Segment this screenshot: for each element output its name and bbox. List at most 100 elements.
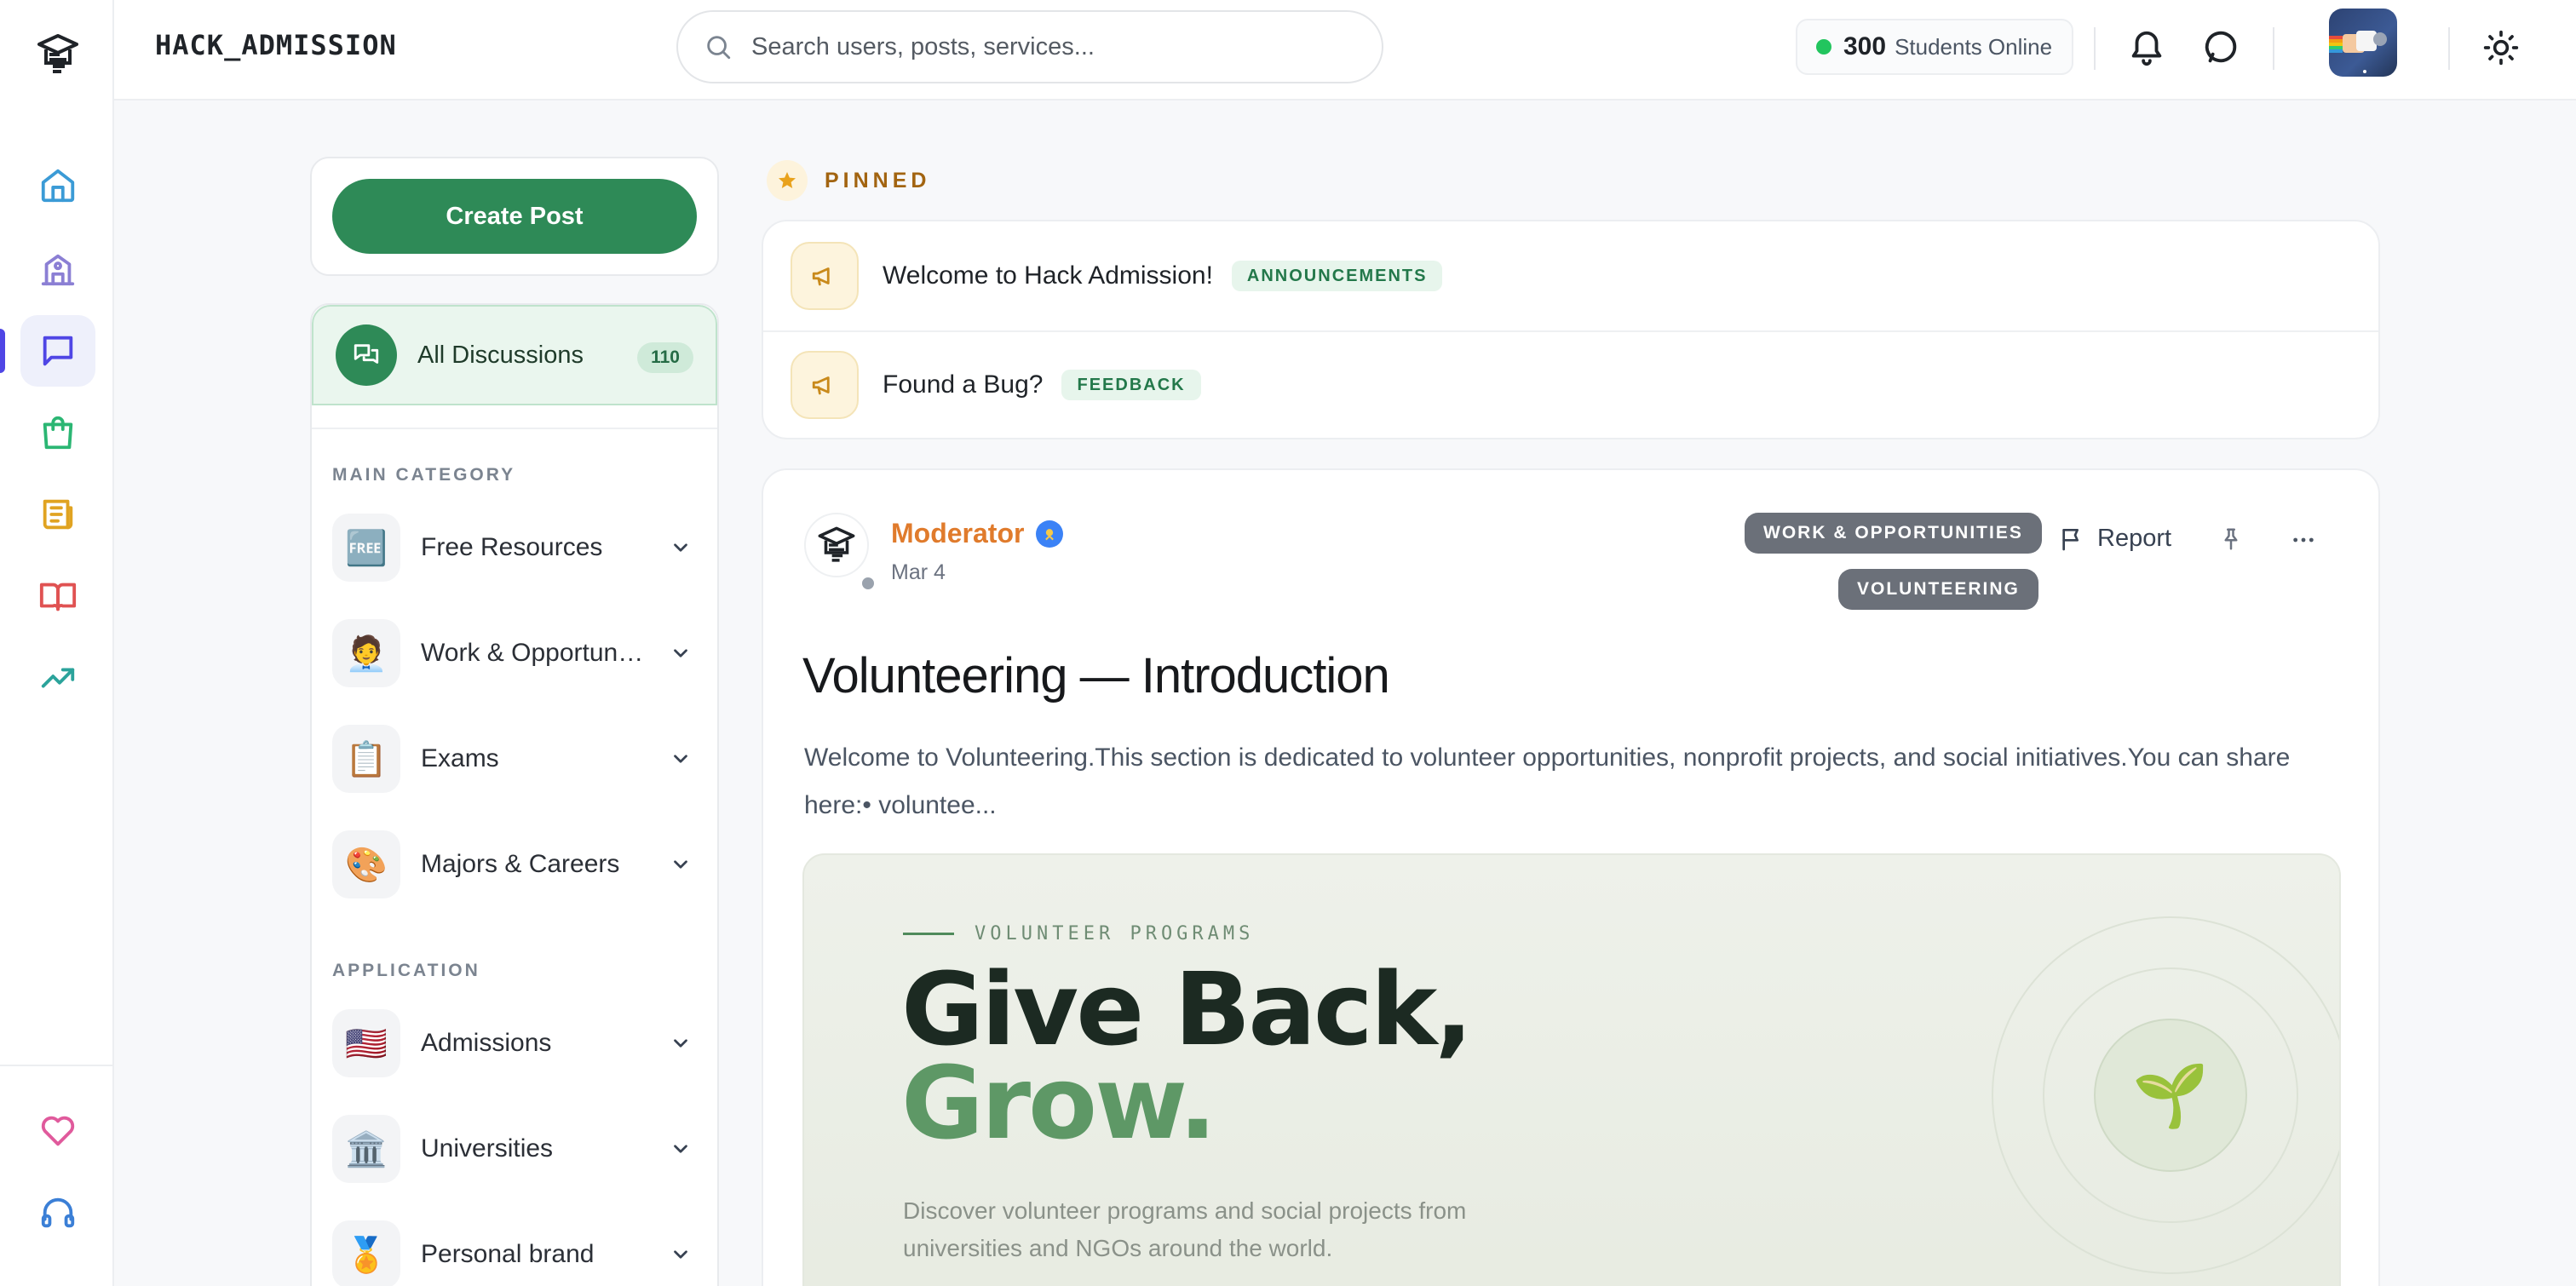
chevron-down-icon[interactable] <box>670 1032 692 1054</box>
free-badge-icon: 🆓 <box>332 514 400 582</box>
author-name[interactable]: Moderator <box>891 518 1024 549</box>
pinned-posts: Welcome to Hack Admission! ANNOUNCEMENTS… <box>762 220 2380 439</box>
star-icon <box>767 160 808 201</box>
rail-trends[interactable] <box>20 642 95 714</box>
author-status-dot <box>859 574 877 593</box>
messages-button[interactable] <box>2198 24 2245 72</box>
home-icon <box>38 166 78 205</box>
app-logo-icon[interactable] <box>34 31 82 78</box>
theme-toggle-button[interactable] <box>2477 24 2525 72</box>
post-title[interactable]: Volunteering — Introduction <box>802 647 1390 704</box>
category-exams[interactable]: 📋 Exams <box>332 722 697 795</box>
pinned-label: PINNED <box>825 168 931 192</box>
post-tag[interactable]: VOLUNTEERING <box>1838 569 2038 610</box>
pinned-post-title[interactable]: Welcome to Hack Admission! <box>883 261 1213 290</box>
category-label: Universities <box>421 1134 554 1163</box>
brand-name[interactable]: HACK_ADMISSION <box>155 29 397 61</box>
left-rail <box>0 0 114 1286</box>
chevron-down-icon[interactable] <box>670 853 692 876</box>
user-avatar[interactable] <box>2329 9 2397 77</box>
palette-icon: 🎨 <box>332 830 400 898</box>
us-flag-icon: 🇺🇸 <box>332 1009 400 1077</box>
application-heading: APPLICATION <box>332 961 480 980</box>
banner-headline-line-2: Grow. <box>901 1044 1216 1162</box>
sun-icon <box>2482 29 2520 66</box>
search-icon <box>704 32 733 61</box>
rail-favorites[interactable] <box>20 1095 95 1167</box>
online-dot <box>1816 39 1831 55</box>
chevron-down-icon[interactable] <box>670 642 692 664</box>
rail-universities[interactable] <box>20 233 95 305</box>
create-post-card: Create Post <box>310 157 719 276</box>
post-author: Moderator <box>891 518 1064 549</box>
chevron-down-icon[interactable] <box>670 748 692 770</box>
pinned-post[interactable]: Welcome to Hack Admission! ANNOUNCEMENTS <box>791 242 1443 310</box>
flag-icon <box>2058 525 2085 553</box>
verified-badge-icon <box>1036 520 1064 548</box>
pinned-post-title[interactable]: Found a Bug? <box>883 370 1043 399</box>
category-universities[interactable]: 🏛️ Universities <box>332 1112 697 1186</box>
category-label: Personal brand <box>421 1240 595 1268</box>
notifications-button[interactable] <box>2123 24 2171 72</box>
category-tag[interactable]: FEEDBACK <box>1061 370 1201 400</box>
university-icon: 🏛️ <box>332 1115 400 1183</box>
shopping-bag-icon <box>38 413 78 452</box>
banner-kicker-text: VOLUNTEER PROGRAMS <box>975 923 1255 944</box>
rail-home[interactable] <box>20 150 95 221</box>
main-category-heading: MAIN CATEGORY <box>332 465 516 485</box>
category-majors-careers[interactable]: 🎨 Majors & Careers <box>332 828 697 901</box>
rail-library[interactable] <box>20 560 95 632</box>
chevron-down-icon[interactable] <box>670 537 692 559</box>
category-tag[interactable]: ANNOUNCEMENTS <box>1231 261 1443 291</box>
create-post-button[interactable]: Create Post <box>332 179 697 254</box>
chevron-down-icon[interactable] <box>670 1138 692 1160</box>
category-work-opportunities[interactable]: 🧑‍💼 Work & Opportunities <box>332 617 697 690</box>
rail-active-indicator <box>0 329 5 373</box>
discussions-icon <box>336 324 397 386</box>
banner-headline: Give Back, Grow. <box>901 959 1473 1162</box>
category-label: Work & Opportunities <box>421 639 644 667</box>
topbar-divider <box>2448 27 2450 70</box>
topbar-divider <box>2094 27 2096 70</box>
rail-discussions[interactable] <box>20 315 95 387</box>
category-label: Majors & Careers <box>421 850 620 878</box>
online-label: Students Online <box>1895 33 2053 60</box>
search-input[interactable] <box>751 32 1348 61</box>
top-bar: HACK_ADMISSION 300 Students Online <box>114 0 2576 100</box>
pinned-divider <box>763 330 2378 332</box>
seedling-icon: 🌱 <box>2094 1019 2247 1172</box>
post-excerpt: Welcome to Volunteering.This section is … <box>804 743 2291 819</box>
building-icon <box>38 250 78 289</box>
category-personal-brand[interactable]: 🏅 Personal brand <box>332 1218 697 1286</box>
pin-button[interactable] <box>2218 526 2244 552</box>
trending-up-icon <box>38 658 78 698</box>
post-tag[interactable]: WORK & OPPORTUNITIES <box>1745 513 2042 554</box>
rail-support[interactable] <box>20 1177 95 1249</box>
checklist-icon: 📋 <box>332 725 400 793</box>
more-options-button[interactable] <box>2290 526 2317 554</box>
more-horizontal-icon <box>2290 526 2317 554</box>
pin-icon <box>2218 526 2244 552</box>
category-free-resources[interactable]: 🆓 Free Resources <box>332 511 697 584</box>
post-date: Mar 4 <box>891 560 946 584</box>
chevron-down-icon[interactable] <box>670 1243 692 1266</box>
worker-icon: 🧑‍💼 <box>332 619 400 687</box>
rail-news[interactable] <box>20 479 95 550</box>
megaphone-icon <box>791 242 859 310</box>
rail-shop[interactable] <box>20 397 95 468</box>
online-count: 300 <box>1843 32 1887 60</box>
book-icon <box>38 577 78 616</box>
pinned-post[interactable]: Found a Bug? FEEDBACK <box>791 351 1201 419</box>
rail-divider <box>0 1065 114 1066</box>
topbar-divider <box>2273 27 2274 70</box>
online-status-pill: 300 Students Online <box>1796 19 2073 75</box>
message-circle-icon <box>2202 28 2241 67</box>
all-discussions-count: 110 <box>637 342 693 373</box>
author-avatar[interactable] <box>804 513 869 577</box>
report-button[interactable]: Report <box>2058 525 2171 553</box>
category-admissions[interactable]: 🇺🇸 Admissions <box>332 1007 697 1080</box>
post-banner-image[interactable]: VOLUNTEER PROGRAMS Give Back, Grow. Disc… <box>802 853 2341 1286</box>
search-bar[interactable] <box>676 10 1383 83</box>
banner-kicker: VOLUNTEER PROGRAMS <box>903 923 1254 944</box>
all-discussions-item[interactable]: All Discussions 110 <box>312 305 717 405</box>
